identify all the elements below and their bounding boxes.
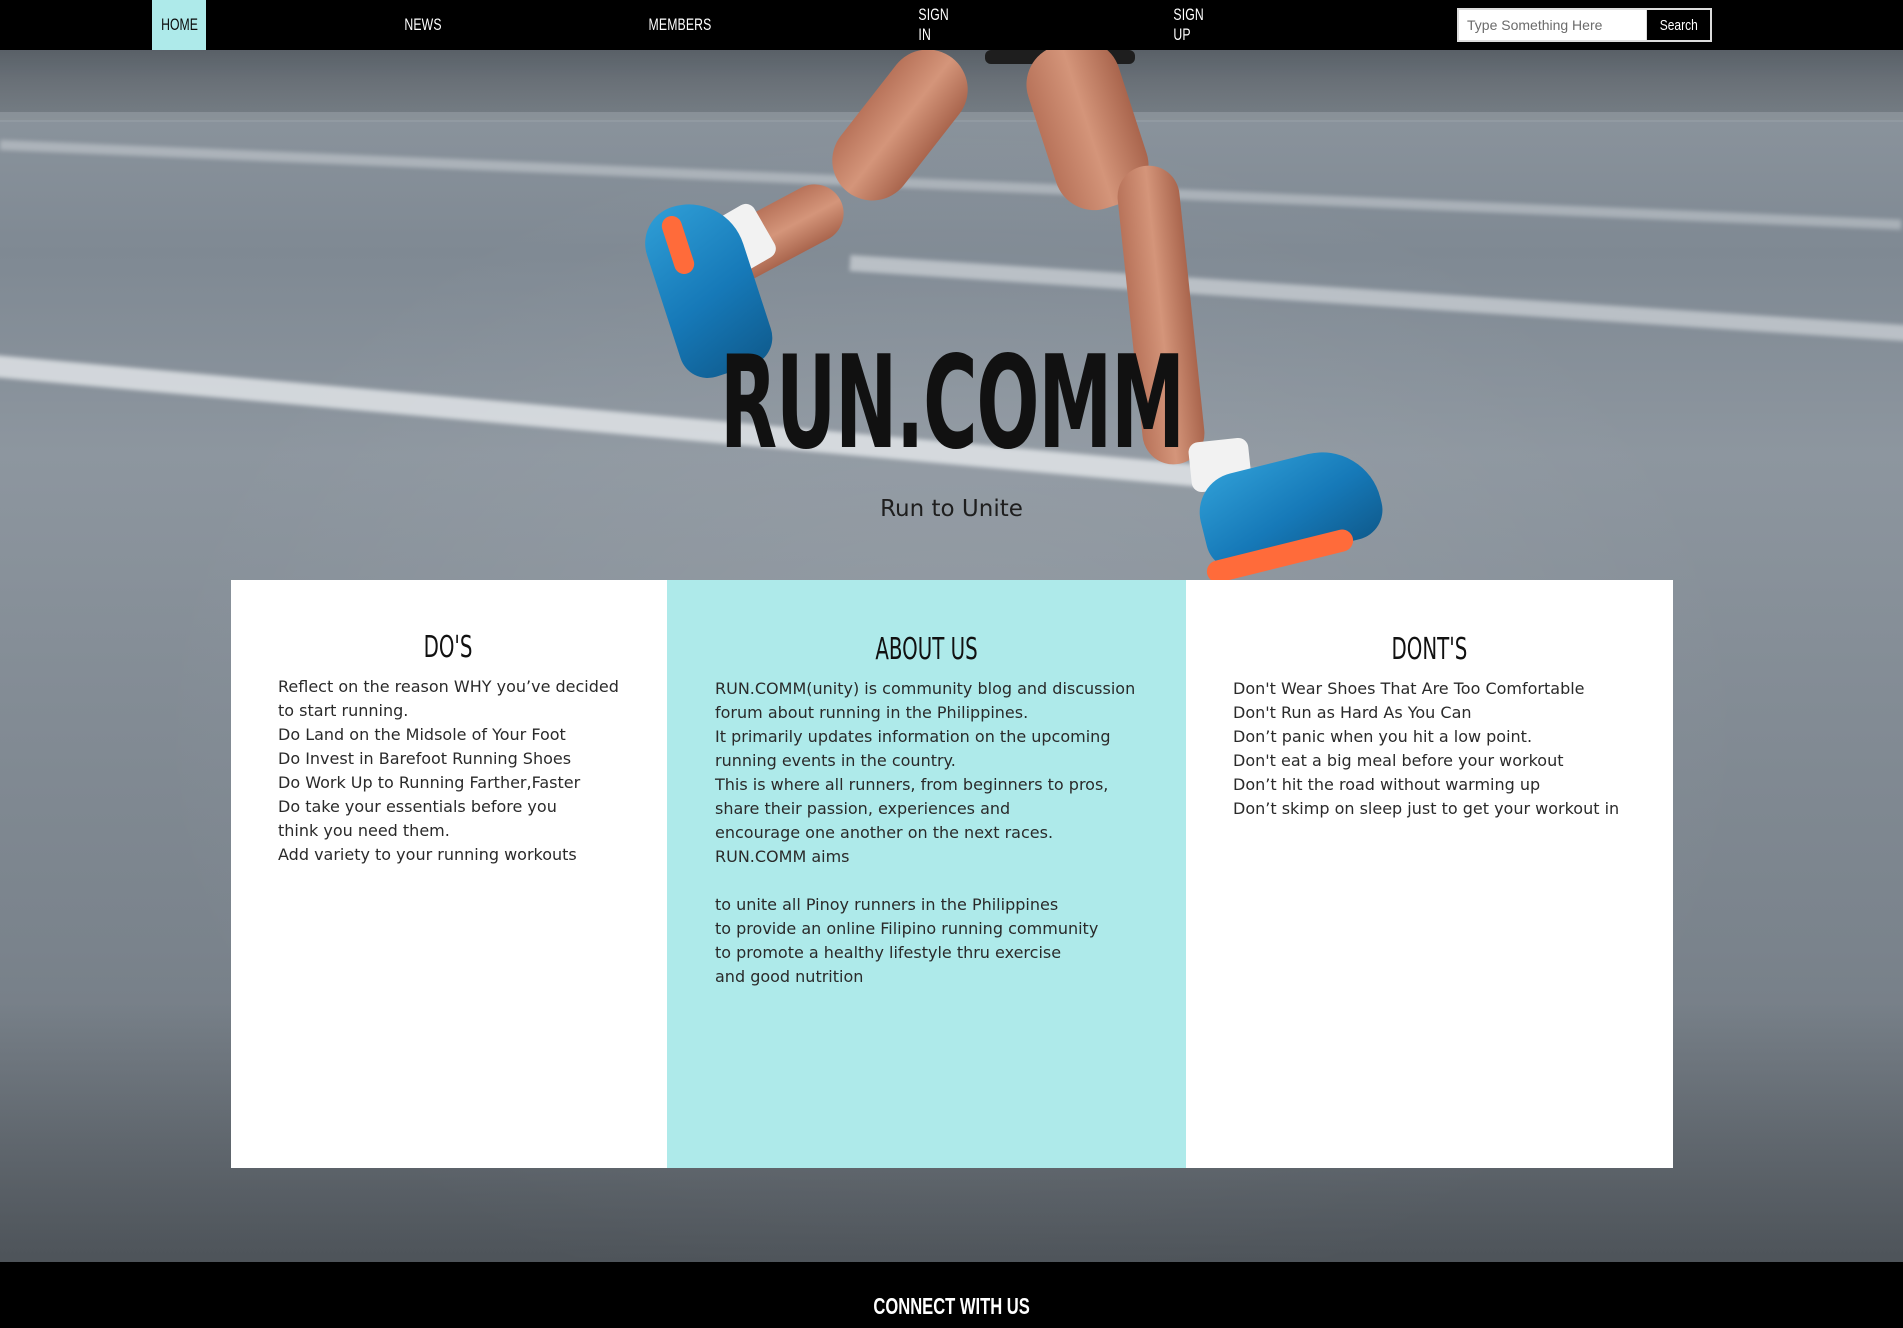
guard-rail [0, 50, 1903, 122]
info-panels: DO'S Reflect on the reason WHY you’ve de… [231, 580, 1673, 1168]
about-line: It primarily updates information on the … [715, 727, 1111, 746]
search-button-label: Search [1659, 16, 1698, 34]
nav-link-home[interactable]: HOME [152, 0, 206, 50]
dos-item: think you need them. [278, 821, 450, 840]
about-line: RUN.COMM aims [715, 847, 850, 866]
about-line: encourage one another on the next races. [715, 823, 1054, 842]
donts-item: Don’t panic when you hit a low point. [1233, 727, 1533, 746]
about-aim: to promote a healthy lifestyle thru exer… [715, 943, 1062, 962]
dos-item: Do Land on the Midsole of Your Foot [278, 725, 566, 744]
donts-heading: DONT'S [1391, 632, 1468, 667]
about-line: share their passion, experiences and [715, 799, 1011, 818]
donts-item: Don’t hit the road without warming up [1233, 775, 1541, 794]
nav-link-sign-up[interactable]: SIGN UP [1173, 0, 1216, 50]
donts-panel: DONT'S Don't Wear Shoes That Are Too Com… [1186, 580, 1673, 1168]
search-input[interactable] [1459, 10, 1646, 40]
search-form: Search [1457, 8, 1712, 42]
about-us-panel: ABOUT US RUN.COMM(unity) is community bl… [667, 580, 1186, 1168]
dos-panel: DO'S Reflect on the reason WHY you’ve de… [231, 580, 667, 1168]
footer-title: CONNECT WITH US [873, 1293, 1030, 1319]
donts-list: Don't Wear Shoes That Are Too Comfortabl… [1186, 677, 1673, 821]
nav-link-members[interactable]: MEMBERS [649, 0, 712, 50]
dos-item: Do take your essentials before you [278, 797, 557, 816]
nav-link-sign-in[interactable]: SIGN IN [918, 0, 961, 50]
donts-item: Don't Run as Hard As You Can [1233, 703, 1472, 722]
dos-heading: DO'S [423, 630, 473, 665]
nav-link-news[interactable]: NEWS [403, 0, 443, 50]
about-aim: to unite all Pinoy runners in the Philip… [715, 895, 1059, 914]
dos-list: Reflect on the reason WHY you’ve decided… [231, 675, 619, 867]
dos-item: Add variety to your running workouts [278, 845, 577, 864]
about-line: This is where all runners, from beginner… [715, 775, 1109, 794]
dos-item: Reflect on the reason WHY you’ve decided [278, 677, 619, 696]
about-line: RUN.COMM(unity) is community blog and di… [715, 679, 1136, 698]
about-us-text: RUN.COMM(unity) is community blog and di… [667, 677, 1186, 989]
nav-link-home-label: HOME [160, 15, 198, 34]
search-button[interactable]: Search [1646, 10, 1710, 40]
site-title: RUN.COMM [0, 340, 1903, 468]
donts-item: Don't Wear Shoes That Are Too Comfortabl… [1233, 679, 1585, 698]
dos-item: Do Work Up to Running Farther,Faster [278, 773, 581, 792]
dos-item: Do Invest in Barefoot Running Shoes [278, 749, 572, 768]
top-navigation-bar: HOME NEWS MEMBERS SIGN IN SIGN UP Search [0, 0, 1903, 50]
site-title-text: RUN.COMM [719, 329, 1185, 478]
about-line: running events in the country. [715, 751, 956, 770]
donts-item: Don’t skimp on sleep just to get your wo… [1233, 799, 1620, 818]
footer: CONNECT WITH US [0, 1262, 1903, 1328]
dos-item: to start running. [278, 701, 409, 720]
site-tagline: Run to Unite [880, 496, 1023, 522]
road-marking [0, 140, 1902, 230]
about-aim: and good nutrition [715, 967, 864, 986]
about-line: forum about running in the Philippines. [715, 703, 1029, 722]
about-us-heading: ABOUT US [875, 632, 978, 667]
donts-item: Don't eat a big meal before your workout [1233, 751, 1564, 770]
about-aim: to provide an online Filipino running co… [715, 919, 1099, 938]
